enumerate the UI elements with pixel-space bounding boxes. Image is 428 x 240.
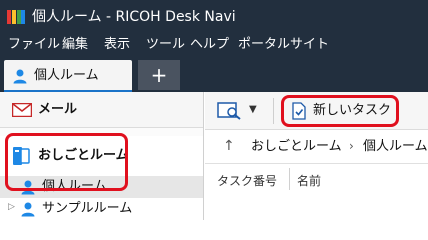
breadcrumb-separator: › [349,139,354,153]
tab-bar: 個人ルーム + [0,56,428,92]
menu-help[interactable]: ヘルプ [190,36,229,54]
person-icon [13,69,27,84]
new-task-label: 新しいタスク [313,103,392,118]
tree-item-sample-room[interactable]: ▷ サンプルルーム [0,198,203,220]
new-task-button[interactable]: 新しいタスク [283,99,393,123]
view-options-button[interactable]: ▼ [217,100,265,122]
toolbar: ▼ 新しいタスク [205,92,428,130]
breadcrumb-item-work-room[interactable]: おしごとルーム [251,139,342,155]
menu-file[interactable]: ファイル [8,36,60,54]
toolbar-separator [273,98,274,124]
sidebar: メール おしごとルーム 個人ルーム ▷ サンプルルーム [0,92,204,220]
table-header: タスク番号 名前 [205,164,428,194]
tab-personal-room[interactable]: 個人ルーム [4,60,132,92]
menu-tools[interactable]: ツール [146,36,185,54]
mail-icon [12,103,32,117]
menu-bar: ファイル 編集 表示 ツール ヘルプ ポータルサイト [0,34,428,56]
window-title: 個人ルーム - RICOH Desk Navi [32,9,236,25]
up-arrow-icon[interactable]: ↑ [223,138,235,154]
column-divider[interactable] [289,168,290,190]
room-icon [13,147,30,165]
sidebar-spacer [0,128,203,136]
tree-item-label: サンプルルーム [42,201,133,216]
menu-view[interactable]: 表示 [104,36,130,54]
main-panel: ▼ 新しいタスク ↑ おしごとルーム › 個人ルーム タスク番号 名前 [205,92,428,220]
sidebar-item-label: おしごとルーム [38,148,129,163]
tree-item-personal-room[interactable]: 個人ルーム [0,176,203,198]
chevron-down-icon: ▼ [249,104,257,115]
tab-label: 個人ルーム [34,68,99,83]
new-task-icon [292,102,306,120]
column-header-name[interactable]: 名前 [297,172,321,189]
app-logo-icon [7,10,25,24]
breadcrumb-item-personal-room[interactable]: 個人ルーム [363,139,428,155]
sidebar-item-label: メール [38,102,78,117]
menu-edit[interactable]: 編集 [62,36,88,54]
column-header-task-number[interactable]: タスク番号 [217,172,277,189]
title-bar: 個人ルーム - RICOH Desk Navi [0,0,428,34]
person-icon [21,180,35,195]
person-icon [21,202,35,217]
menu-portal-site[interactable]: ポータルサイト [238,36,329,54]
tree-item-label: 個人ルーム [42,179,107,194]
add-tab-button[interactable]: + [138,60,180,90]
sidebar-item-mail[interactable]: メール [0,92,203,128]
sidebar-item-work-room[interactable]: おしごとルーム [0,136,203,176]
search-view-icon [217,102,241,120]
expand-icon[interactable]: ▷ [8,202,15,212]
breadcrumb: ↑ おしごとルーム › 個人ルーム [205,130,428,164]
